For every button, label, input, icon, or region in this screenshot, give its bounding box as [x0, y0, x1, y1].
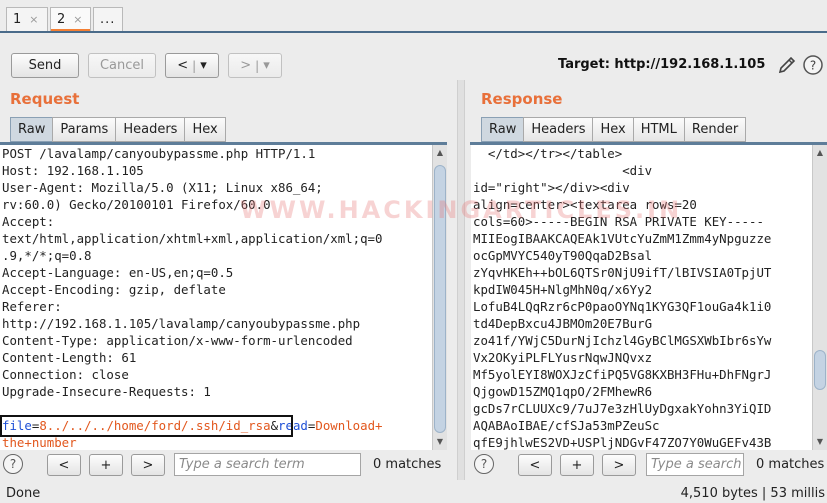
highlight-box: [0, 415, 293, 437]
search-next-button[interactable]: >: [131, 454, 165, 476]
request-line: Host: 192.168.1.105: [2, 163, 144, 178]
response-line: align=center><textarea rows=20: [473, 197, 697, 212]
tab-raw[interactable]: Raw: [10, 117, 54, 142]
response-line: Vx2OKyiPLFLYusrNqwJNQvxz: [473, 350, 653, 365]
response-line: LofuB4LQqRzr6cP0paoOYNq1KYG3QF1ouGa4k1i0: [473, 299, 772, 314]
response-title: Response: [481, 90, 563, 108]
send-button[interactable]: Send: [11, 53, 79, 78]
scroll-down-icon[interactable]: ▼: [813, 435, 827, 449]
request-line: Content-Type: application/x-www-form-url…: [2, 333, 353, 348]
search-input[interactable]: Type a search term: [174, 453, 361, 476]
pencil-icon[interactable]: [776, 54, 798, 76]
status-text: Done: [6, 486, 41, 501]
request-line: .9,*/*;q=0.8: [2, 248, 92, 263]
scroll-down-icon[interactable]: ▼: [433, 435, 447, 449]
search-prev-button[interactable]: <: [47, 454, 81, 476]
response-line: AQABAoIBAE/cfSJa53mPZeuSc: [473, 418, 660, 433]
help-icon[interactable]: ?: [3, 454, 23, 474]
tab-label: 1: [13, 12, 22, 27]
tab-hex[interactable]: Hex: [184, 117, 226, 142]
target-label: Target: http://192.168.1.105: [558, 57, 766, 72]
param-value: Download+: [315, 418, 383, 433]
scroll-up-icon[interactable]: ▲: [433, 146, 447, 160]
request-line: rv:60.0) Gecko/20100101 Firefox/60.0: [2, 197, 271, 212]
response-line: id="right"></div><div: [473, 180, 630, 195]
cancel-button[interactable]: Cancel: [88, 53, 156, 78]
response-line: <div: [473, 163, 653, 178]
response-stats: 4,510 bytes | 53 millis: [680, 486, 825, 501]
response-line: </td></tr></table>: [473, 146, 623, 161]
response-editor[interactable]: </td></tr></table> <div id="right"></div…: [471, 145, 812, 450]
chevron-right-icon: >: [240, 58, 252, 73]
repeater-tab-1[interactable]: 1 ×: [6, 7, 48, 31]
request-line: Accept-Encoding: gzip, deflate: [2, 282, 226, 297]
svg-text:?: ?: [810, 59, 816, 73]
tab-headers[interactable]: Headers: [523, 117, 594, 142]
tab-raw[interactable]: Raw: [481, 117, 525, 142]
response-line: Mf5yolEYI8WOXJzCfiPQ5VG8KXBH3FHu+DhFNgrJ: [473, 367, 772, 382]
request-title: Request: [10, 90, 80, 108]
tab-label: ...: [100, 12, 116, 27]
request-line: Connection: close: [2, 367, 129, 382]
scroll-thumb[interactable]: [434, 165, 446, 433]
tab-params[interactable]: Params: [52, 117, 117, 142]
match-count: 0 matches: [373, 457, 442, 472]
match-count: 0 matches: [756, 457, 825, 472]
request-line: Upgrade-Insecure-Requests: 1: [2, 384, 211, 399]
response-line: zo41f/YWjC5DurNjIchzl4GyBClMGSXWbIbr6sYw: [473, 333, 772, 348]
search-add-button[interactable]: +: [560, 454, 594, 476]
response-view-tabs: Raw Headers Hex HTML Render: [481, 117, 747, 142]
request-scrollbar[interactable]: ▲ ▼: [432, 145, 447, 450]
request-editor[interactable]: POST /lavalamp/canyoubypassme.php HTTP/1…: [0, 145, 432, 450]
scroll-up-icon[interactable]: ▲: [813, 146, 827, 160]
back-button[interactable]: < | ▾: [165, 53, 219, 78]
response-line: ocGpMVYC540yT90QqaD2Bsal: [473, 248, 653, 263]
response-line: gcDs7rCLUUXc9/7uJ7e3zHlUyDgxakYohn3YiQID: [473, 401, 772, 416]
request-line: Content-Length: 61: [2, 350, 137, 365]
request-line: User-Agent: Mozilla/5.0 (X11; Linux x86_…: [2, 180, 323, 195]
request-tab-strip: 1 × 2 × ...: [0, 0, 827, 34]
search-prev-button[interactable]: <: [518, 454, 552, 476]
request-line: Referer:: [2, 299, 62, 314]
request-line: http://192.168.1.105/lavalamp/canyoubypa…: [2, 316, 361, 331]
dropdown-icon: ▾: [200, 58, 207, 73]
scroll-thumb[interactable]: [814, 350, 826, 390]
forward-button[interactable]: > | ▾: [228, 53, 282, 78]
tab-headers[interactable]: Headers: [115, 117, 186, 142]
repeater-tab-2[interactable]: 2 ×: [50, 7, 91, 32]
help-icon[interactable]: ?: [474, 454, 494, 474]
help-icon[interactable]: ?: [802, 54, 824, 76]
param-value: the+number: [2, 435, 77, 450]
request-view-tabs: Raw Params Headers Hex: [10, 117, 226, 142]
response-line: cols=60>-----BEGIN RSA PRIVATE KEY-----: [473, 214, 764, 229]
response-line: MIIEogIBAAKCAQEAk1VUtcYuZmM1Zmm4yNpguzze: [473, 231, 772, 246]
response-scrollbar[interactable]: ▲ ▼: [812, 145, 827, 450]
close-icon[interactable]: ×: [73, 13, 82, 26]
response-line: QjgowD15ZMQ1qpO/2FMhewR6: [473, 384, 653, 399]
response-line: qfE9jhlwES2VD+USPljNDGvF47ZO7Y0WuGEFv43B: [473, 435, 772, 450]
response-line: kpdIW045H+NlgMhN0q/x6Yy2: [473, 282, 653, 297]
split-divider[interactable]: [457, 80, 465, 480]
chevron-left-icon: <: [177, 58, 189, 73]
tab-html[interactable]: HTML: [632, 117, 685, 142]
search-input[interactable]: Type a search term: [646, 453, 744, 476]
close-icon[interactable]: ×: [29, 13, 38, 26]
response-line: zYqvHKEh++bOL6QTSr0NjU9ifT/lBIVSIA0TpjUT: [473, 265, 772, 280]
request-line: POST /lavalamp/canyoubypassme.php HTTP/1…: [2, 146, 316, 161]
tab-hex[interactable]: Hex: [592, 117, 634, 142]
search-next-button[interactable]: >: [602, 454, 636, 476]
dropdown-icon: ▾: [263, 58, 270, 73]
status-bar: Done 4,510 bytes | 53 millis: [0, 482, 827, 503]
new-tab-button[interactable]: ...: [93, 7, 123, 31]
response-line: td4DepBxcu4JBMOm20E7BurG: [473, 316, 653, 331]
tab-render[interactable]: Render: [683, 117, 747, 142]
request-line: text/html,application/xhtml+xml,applicat…: [2, 231, 383, 246]
search-add-button[interactable]: +: [89, 454, 123, 476]
request-line: Accept:: [2, 214, 55, 229]
tab-label: 2: [57, 12, 66, 27]
request-line: Accept-Language: en-US,en;q=0.5: [2, 265, 234, 280]
